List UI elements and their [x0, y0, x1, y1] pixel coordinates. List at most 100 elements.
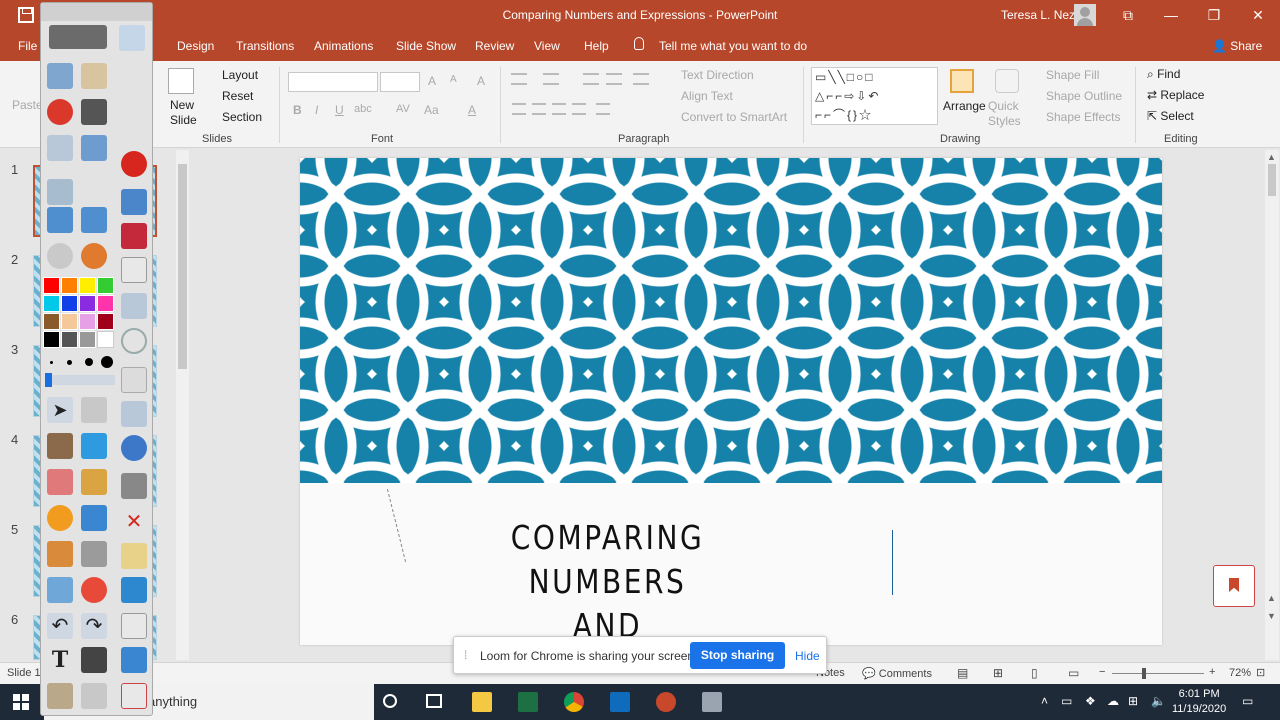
- action-center-icon[interactable]: ▭: [1242, 694, 1253, 708]
- color-swatch-purple[interactable]: [79, 295, 96, 312]
- font-name-combo[interactable]: [288, 72, 378, 92]
- pen-settings-icon[interactable]: [119, 25, 145, 51]
- magnifier-icon[interactable]: [81, 647, 107, 673]
- previous-slide-icon[interactable]: ▲: [1267, 593, 1276, 603]
- bold-button[interactable]: B: [293, 103, 302, 117]
- restore-button[interactable]: ❐: [1199, 4, 1229, 26]
- hide-button[interactable]: Hide: [795, 649, 820, 663]
- tools-icon[interactable]: [81, 397, 107, 423]
- tab-animations[interactable]: Animations: [314, 39, 373, 53]
- normal-view-icon[interactable]: ▤: [957, 666, 968, 680]
- opacity-slider-thumb[interactable]: [45, 373, 52, 387]
- zoom-level[interactable]: 72%: [1229, 667, 1251, 679]
- opacity-slider[interactable]: [45, 373, 115, 387]
- slide-title[interactable]: COMPARING NUMBERS AND EXPRESSIONS: [457, 516, 759, 645]
- convert-smartart-button[interactable]: Convert to SmartArt: [681, 110, 787, 124]
- tab-design[interactable]: Design: [177, 39, 214, 53]
- fill-bucket-icon[interactable]: [81, 469, 107, 495]
- align-text-button[interactable]: Align Text: [681, 89, 733, 103]
- eye-icon[interactable]: [121, 435, 147, 461]
- minimize-button[interactable]: —: [1156, 4, 1186, 26]
- windows-icon[interactable]: [81, 683, 107, 709]
- close-tool-icon[interactable]: [121, 151, 147, 177]
- highlighter-icon[interactable]: [81, 433, 107, 459]
- tab-transitions[interactable]: Transitions: [236, 39, 294, 53]
- color-swatch-darkgray[interactable]: [61, 331, 78, 348]
- clear-formatting-button[interactable]: A: [477, 74, 485, 88]
- select-button[interactable]: ⇱ Select: [1147, 109, 1194, 123]
- shapes-gallery[interactable]: ▭╲╲□○□ △⌐⌐⇨⇩↶ ⌐⌐⌒{}☆: [811, 67, 938, 125]
- zoom-in-button[interactable]: +: [1209, 666, 1215, 678]
- color-swatch-green[interactable]: [97, 277, 114, 294]
- refresh-icon[interactable]: [81, 577, 107, 603]
- shapes-tool-icon[interactable]: [47, 505, 73, 531]
- text-tool-icon[interactable]: T: [47, 647, 73, 673]
- close-button[interactable]: ✕: [1243, 4, 1273, 26]
- tab-file[interactable]: File: [18, 39, 37, 53]
- slide-scrollbar[interactable]: ▲ ▲ ▼: [1265, 150, 1279, 660]
- atom-icon[interactable]: [121, 577, 147, 603]
- user-name[interactable]: Teresa L. Nez: [1001, 8, 1075, 22]
- excel-icon[interactable]: [518, 692, 538, 712]
- color-swatch-red[interactable]: [43, 277, 60, 294]
- color-swatch-lilac[interactable]: [79, 313, 96, 330]
- spotlight-icon[interactable]: [47, 135, 73, 161]
- outlook-icon[interactable]: [610, 692, 630, 712]
- scroll-thumb[interactable]: [1268, 164, 1276, 196]
- layer-icon[interactable]: [47, 179, 73, 205]
- quick-styles-button[interactable]: Quick Styles: [988, 99, 1021, 129]
- thumbnail-scrollbar[interactable]: [176, 150, 189, 660]
- annotation-tool-icon[interactable]: [702, 692, 722, 712]
- settings-icon[interactable]: [47, 683, 73, 709]
- no-entry-icon[interactable]: [47, 99, 73, 125]
- grow-font-button[interactable]: A: [428, 74, 436, 88]
- play-icon[interactable]: [47, 243, 73, 269]
- undo-page-icon[interactable]: [47, 207, 73, 233]
- tab-help[interactable]: Help: [584, 39, 609, 53]
- powerpoint-icon[interactable]: [656, 692, 676, 712]
- tab-slide-show[interactable]: Slide Show: [396, 39, 456, 53]
- align-right-icon[interactable]: [552, 103, 566, 115]
- undo-icon[interactable]: ↶: [47, 613, 73, 639]
- new-slide-button[interactable]: New Slide: [170, 98, 197, 128]
- color-swatch-peach[interactable]: [61, 313, 78, 330]
- eraser-icon[interactable]: [47, 469, 73, 495]
- color-swatch-yellow[interactable]: [79, 277, 96, 294]
- change-case-button[interactable]: Aa: [424, 103, 439, 117]
- redo-page-icon[interactable]: [81, 207, 107, 233]
- select-pointer-icon[interactable]: ➤: [47, 397, 73, 423]
- toolbar-header[interactable]: [41, 3, 152, 21]
- upload-icon[interactable]: [121, 647, 147, 673]
- bookmark-icon[interactable]: [1213, 565, 1255, 607]
- record-icon[interactable]: [121, 223, 147, 249]
- color-swatch-blue[interactable]: [61, 295, 78, 312]
- avatar[interactable]: [1074, 4, 1096, 26]
- share-tool-icon[interactable]: [49, 25, 107, 49]
- pdf-icon[interactable]: [121, 683, 147, 709]
- numbering-icon[interactable]: [543, 73, 559, 85]
- increase-indent-icon[interactable]: [606, 73, 622, 85]
- find-button[interactable]: ⌕ Find: [1147, 67, 1180, 82]
- folder-icon[interactable]: [121, 401, 147, 427]
- note-icon[interactable]: [121, 543, 147, 569]
- camera-icon[interactable]: [121, 473, 147, 499]
- paste-button[interactable]: Paste: [12, 98, 43, 112]
- clock[interactable]: 6:01 PM 11/19/2020: [1172, 687, 1226, 717]
- pen-size-small[interactable]: [50, 361, 53, 364]
- fit-slide-icon[interactable]: ⊡: [1256, 666, 1265, 679]
- pen-size-xlarge[interactable]: [101, 356, 113, 368]
- color-swatch-brown[interactable]: [43, 313, 60, 330]
- volume-icon[interactable]: 🔈: [1151, 694, 1166, 708]
- bullets-icon[interactable]: [511, 73, 527, 85]
- flask-icon[interactable]: [47, 577, 73, 603]
- arrange-button[interactable]: Arrange: [943, 99, 986, 113]
- character-spacing-button[interactable]: AV: [396, 103, 410, 115]
- layout-button[interactable]: Layout: [222, 68, 258, 82]
- network-icon[interactable]: ⊞: [1128, 694, 1138, 708]
- columns-icon[interactable]: [596, 103, 610, 115]
- quick-styles-icon[interactable]: [995, 69, 1019, 93]
- pen-size-large[interactable]: [85, 358, 93, 366]
- task-view-icon[interactable]: [426, 694, 442, 708]
- color-swatch-white[interactable]: [97, 331, 114, 348]
- pen-icon[interactable]: [47, 433, 73, 459]
